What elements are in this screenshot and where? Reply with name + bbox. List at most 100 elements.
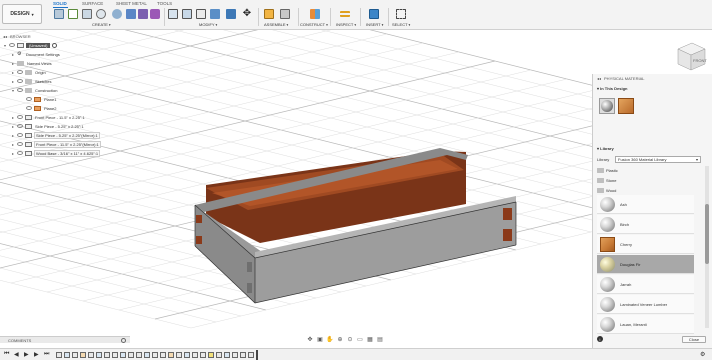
collapse-icon[interactable]: ◂◂ xyxy=(597,76,601,81)
fit-icon[interactable]: ⊙ xyxy=(346,335,354,343)
tree-root[interactable]: ▾ (Unsaved) xyxy=(4,41,58,49)
fillet-icon[interactable] xyxy=(182,9,192,19)
viewcube[interactable]: FRONT xyxy=(674,40,708,72)
add-comment-icon[interactable] xyxy=(121,337,126,343)
tree-item-body[interactable]: ▸ Front Piece - 11.5" x 2.25"(Mirror):1 xyxy=(12,140,101,148)
design-material-wood[interactable] xyxy=(618,98,634,114)
document-name[interactable]: (Unsaved) xyxy=(26,42,51,48)
collapse-icon[interactable]: ◂◂ xyxy=(3,34,7,39)
chamfer-icon[interactable] xyxy=(196,9,206,19)
timeline-feature-icon[interactable] xyxy=(176,352,182,358)
timeline-feature-icon[interactable] xyxy=(216,352,222,358)
timeline-feature-icon[interactable] xyxy=(208,352,214,358)
timeline-feature-icon[interactable] xyxy=(128,352,134,358)
visibility-icon[interactable] xyxy=(17,124,23,128)
timeline-feature-icon[interactable] xyxy=(160,352,166,358)
new-component-assemble-icon[interactable] xyxy=(264,9,274,19)
tree-item-body[interactable]: ▸ Side Piece - 5.25" x 2.25"(Mirror):1 xyxy=(12,131,100,139)
visibility-icon[interactable] xyxy=(26,106,32,110)
tab-tools[interactable]: TOOLS xyxy=(157,1,172,6)
sweep-icon[interactable] xyxy=(112,9,122,19)
visibility-icon[interactable] xyxy=(17,88,23,92)
material-ash[interactable]: Ash xyxy=(597,195,694,214)
go-to-end-icon[interactable]: ⏭ xyxy=(44,351,49,358)
offset-plane-icon[interactable] xyxy=(310,9,320,19)
grid-settings-icon[interactable]: ▦ xyxy=(366,335,374,343)
combine-icon[interactable] xyxy=(226,9,236,19)
visibility-icon[interactable] xyxy=(26,97,32,101)
tree-item-plane2[interactable]: Plane2 xyxy=(26,104,57,112)
measure-icon[interactable] xyxy=(340,11,350,17)
go-to-start-icon[interactable]: ⏮ xyxy=(4,351,9,358)
timeline-feature-icon[interactable] xyxy=(248,352,254,358)
create-sketch-icon[interactable] xyxy=(68,9,78,19)
material-laminated-veneer-lumber[interactable]: Laminated Veneer Lumber xyxy=(597,295,694,314)
display-settings-icon[interactable]: ▭ xyxy=(356,335,364,343)
timeline-feature-icon[interactable] xyxy=(96,352,102,358)
joint-icon[interactable] xyxy=(280,9,290,19)
visibility-icon[interactable] xyxy=(17,133,23,137)
material-lauan-meranti[interactable]: Lauan, Meranti xyxy=(597,315,694,334)
play-icon[interactable]: ▶ xyxy=(24,351,29,358)
zoom-icon[interactable]: ⊕ xyxy=(336,335,344,343)
timeline-feature-icon[interactable] xyxy=(224,352,230,358)
timeline-feature-icon[interactable] xyxy=(104,352,110,358)
timeline-feature-icon[interactable] xyxy=(152,352,158,358)
workspace-button[interactable]: DESIGN ▾ xyxy=(2,4,42,24)
timeline-feature-icon[interactable] xyxy=(232,352,238,358)
timeline-feature-icon[interactable] xyxy=(80,352,86,358)
tree-item-body[interactable]: ▸ Front Piece - 11.5" x 2.25":1 xyxy=(12,113,86,121)
category-wood[interactable]: Wood xyxy=(597,186,701,194)
visibility-icon[interactable] xyxy=(17,70,23,74)
comments-bar[interactable]: COMMENTS xyxy=(0,336,130,343)
category-plastic[interactable]: Plastic xyxy=(597,166,701,174)
shell-icon[interactable] xyxy=(210,9,220,19)
move-icon[interactable]: ✥ xyxy=(242,9,252,19)
revolve-icon[interactable] xyxy=(96,9,106,19)
material-jarrah[interactable]: Jarrah xyxy=(597,275,694,294)
new-component-icon[interactable] xyxy=(54,9,64,19)
tree-item-body[interactable]: ▸ Side Piece - 5.25" x 2.25":1 xyxy=(12,122,85,130)
tree-item-construction[interactable]: ▾ Construction xyxy=(12,86,58,94)
visibility-icon[interactable] xyxy=(17,79,23,83)
timeline-feature-icon[interactable] xyxy=(200,352,206,358)
tab-solid[interactable]: SOLID xyxy=(53,1,67,6)
tree-item-plane1[interactable]: Plane1 xyxy=(26,95,57,103)
timeline-feature-icon[interactable] xyxy=(136,352,142,358)
timeline-feature-icon[interactable] xyxy=(120,352,126,358)
in-design-section[interactable]: ▾ In This Design xyxy=(597,86,627,91)
timeline-feature-icon[interactable] xyxy=(144,352,150,358)
timeline-feature-icon[interactable] xyxy=(64,352,70,358)
viewport-canvas[interactable] xyxy=(0,30,592,348)
library-select[interactable]: Fusion 360 Material Library ▾ xyxy=(615,155,701,163)
loft-icon[interactable] xyxy=(126,9,136,19)
box-model[interactable] xyxy=(194,148,517,304)
timeline-feature-icon[interactable] xyxy=(56,352,62,358)
inspect-menu[interactable]: INSPECT xyxy=(336,22,356,27)
timeline-feature-icon[interactable] xyxy=(192,352,198,358)
select-icon[interactable] xyxy=(396,9,406,19)
rib-icon[interactable] xyxy=(138,9,148,19)
design-material-steel[interactable] xyxy=(599,98,615,114)
step-forward-icon[interactable]: ▶ xyxy=(34,351,39,358)
activate-icon[interactable] xyxy=(52,42,58,48)
tree-item-named-views[interactable]: ▸ Named Views xyxy=(12,59,53,67)
timeline-feature-icon[interactable] xyxy=(240,352,246,358)
scrollbar-thumb[interactable] xyxy=(705,204,709,264)
create-form-icon[interactable] xyxy=(150,9,160,19)
info-icon[interactable]: i xyxy=(597,336,603,342)
tree-item-sketches[interactable]: ▸ Sketches xyxy=(12,77,52,85)
timeline-feature-icon[interactable] xyxy=(112,352,118,358)
create-menu[interactable]: CREATE xyxy=(92,22,111,27)
press-pull-icon[interactable] xyxy=(168,9,178,19)
timeline-feature-icon[interactable] xyxy=(184,352,190,358)
category-stone[interactable]: Stone xyxy=(597,176,701,184)
insert-menu[interactable]: INSERT xyxy=(366,22,383,27)
timeline-feature-icon[interactable] xyxy=(72,352,78,358)
construct-menu[interactable]: CONSTRUCT xyxy=(300,22,328,27)
modify-menu[interactable]: MODIFY xyxy=(199,22,217,27)
material-cherry[interactable]: Cherry xyxy=(597,235,694,254)
timeline-marker[interactable] xyxy=(256,350,258,360)
close-button[interactable]: Close xyxy=(682,336,706,343)
library-section[interactable]: ▾ Library xyxy=(597,146,614,151)
